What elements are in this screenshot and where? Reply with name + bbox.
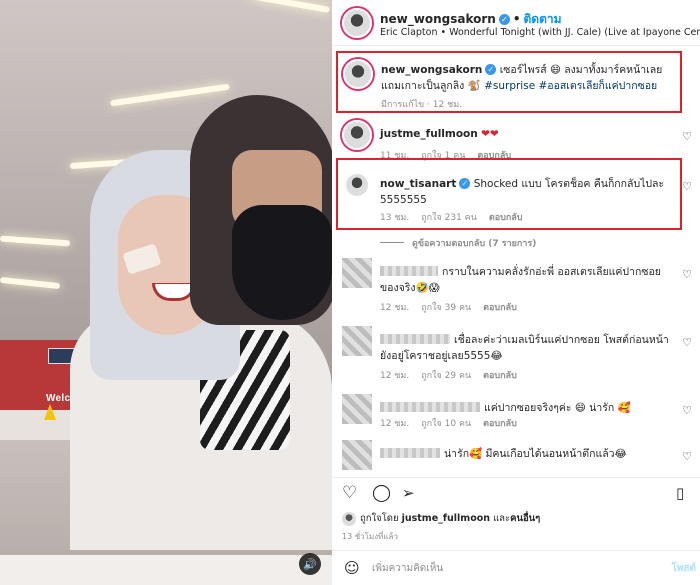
comment-username-blurred[interactable] [380,402,480,412]
reply-button[interactable]: ตอบกลับ [483,303,517,313]
avatar[interactable] [342,8,372,38]
comment-text: น่ารัก🥰 มีคนเกือบได้นอนหน้าตึกแล้ว😂 [444,448,627,460]
save-bookmark-icon[interactable]: ▯ [676,483,684,503]
avatar[interactable] [342,440,372,470]
volume-icon[interactable]: 🔊 [299,553,321,575]
avatar[interactable] [342,258,372,288]
comment-body: แค่ปากซอยจริงๆค่ะ 😄 น่ารัก 🥰 [380,400,672,416]
like-heart-icon[interactable]: ♡ [342,483,357,503]
comment-meta: 13 ชม. ถูกใจ 231 คน ตอบกลับ [380,210,535,224]
comment-username-blurred[interactable] [380,334,450,344]
liked-by-user[interactable]: justme_fullmoon [402,513,490,524]
header-username[interactable]: new_wongsakorn [380,12,496,26]
comment-time: 13 ชม. [380,213,410,223]
comment-body: เชื่อละค่ะว่าเมลเบิร์นแค่ปากซอย โพสต์ก่อ… [380,332,672,364]
comment-time: 12 ชม. [380,371,410,381]
action-bar: ♡ ◯ ➢ ▯ [332,477,700,507]
avatar[interactable] [342,394,372,424]
liked-by: ถูกใจโดย justme_fullmoon และ คนอื่นๆ [342,511,540,526]
comment-username-blurred[interactable] [380,266,438,276]
comment-meta: 12 ชม. ถูกใจ 10 คน ตอบกลับ [380,416,529,430]
view-replies-button[interactable]: ดูข้อความตอบกลับ (7 รายการ) [380,236,536,250]
verified-icon: ✓ [485,64,497,75]
reply-button[interactable]: ตอบกลับ [483,419,517,429]
avatar[interactable] [342,120,372,150]
avatar[interactable] [344,172,370,198]
reply-button[interactable]: ตอบกลับ [489,213,523,223]
comment: น่ารัก🥰 มีคนเกือบได้นอนหน้าตึกแล้ว😂 ♡ [332,440,700,476]
liked-by-prefix: ถูกใจโดย [360,513,399,524]
emoji-icon[interactable]: ☺ [344,559,360,577]
like-heart-icon[interactable]: ♡ [682,450,692,463]
music-info[interactable]: Eric Clapton • Wonderful Tonight (with J… [380,27,700,38]
post-header: new_wongsakorn ✓ • ติดตาม Eric Clapton • Wo… [332,0,700,46]
comment-body: น่ารัก🥰 มีคนเกือบได้นอนหน้าตึกแล้ว😂 [380,446,672,462]
caption-meta: มีการแก้ไข · 12 ชม. [381,100,462,110]
comment-body: now_tisanart ✓ Shocked แบบ โครตช็อค คืนก็… [380,176,672,208]
post-button[interactable]: โพสต์ [671,561,696,576]
like-heart-icon[interactable]: ♡ [682,130,692,143]
caption-hashtags[interactable]: #surprise #ออสเตรเลียก็แค่ปากซอย [484,80,657,92]
liker-avatar[interactable] [342,511,356,526]
comment-likes[interactable]: ถูกใจ 39 คน [421,303,471,313]
wet-floor-sign [44,404,56,420]
reply-button[interactable]: ตอบกลับ [483,371,517,381]
verified-icon: ✓ [459,178,471,189]
post-side-panel: new_wongsakorn ✓ • ติดตาม Eric Clapton • Wo… [332,0,700,585]
comment-username[interactable]: now_tisanart [380,178,456,190]
ceiling-light [0,235,71,247]
separator-dot: • [512,12,521,26]
comment-text: ❤❤ [481,128,499,140]
comment-bubble-icon[interactable]: ◯ [372,483,391,503]
share-send-icon[interactable]: ➢ [402,483,415,503]
ceiling-light [110,83,230,107]
comment-likes[interactable]: ถูกใจ 10 คน [421,419,471,429]
avatar[interactable] [342,326,372,356]
face-mask [232,205,332,320]
verified-icon: ✓ [498,14,510,25]
comment-username-blurred[interactable] [380,448,440,458]
post-time: 13 ชั่วโมงที่แล้ว [342,532,398,541]
comment-username[interactable]: justme_fullmoon [380,128,478,140]
table [0,555,332,585]
like-heart-icon[interactable]: ♡ [682,336,692,349]
comment-text: แค่ปากซอยจริงๆค่ะ 😄 น่ารัก 🥰 [484,402,631,414]
comment-likes[interactable]: ถูกใจ 29 คน [421,371,471,381]
like-heart-icon[interactable]: ♡ [682,404,692,417]
caption-text: new_wongsakorn ✓ เซอร์ไพรส์ 😄 ลงมาทั้งมาร… [381,62,677,94]
view-replies-label: ดูข้อความตอบกลับ (7 รายการ) [412,239,537,249]
comment-input[interactable] [372,559,632,577]
liked-by-connector: และ [493,513,511,524]
comment-body: กราบในความคลั่งรักอ่ะพี่ ออสเตรเลียแค่ปา… [380,264,672,296]
comment-likes[interactable]: ถูกใจ 231 คน [421,213,477,223]
avatar[interactable] [343,59,373,89]
replies-dash [380,242,404,243]
comment-body: justme_fullmoon ❤❤ [380,126,672,142]
add-comment-bar: ☺ โพสต์ [332,550,700,585]
comment-meta: 12 ชม. ถูกใจ 29 คน ตอบกลับ [380,368,529,382]
comment-time: 12 ชม. [380,303,410,313]
follow-button[interactable]: ติดตาม [524,12,562,26]
ceiling-light [250,0,330,13]
liked-by-others[interactable]: คนอื่นๆ [510,511,540,526]
comment-meta: 12 ชม. ถูกใจ 39 คน ตอบกลับ [380,300,529,314]
caption-username[interactable]: new_wongsakorn [381,64,482,76]
comment-time: 12 ชม. [380,419,410,429]
post-photo[interactable]: Welcome 🔊 [0,0,332,585]
ceiling-light [0,276,61,290]
like-heart-icon[interactable]: ♡ [682,180,692,193]
caption-highlight-box: new_wongsakorn ✓ เซอร์ไพรส์ 😄 ลงมาทั้งมาร… [336,51,682,113]
like-heart-icon[interactable]: ♡ [682,268,692,281]
